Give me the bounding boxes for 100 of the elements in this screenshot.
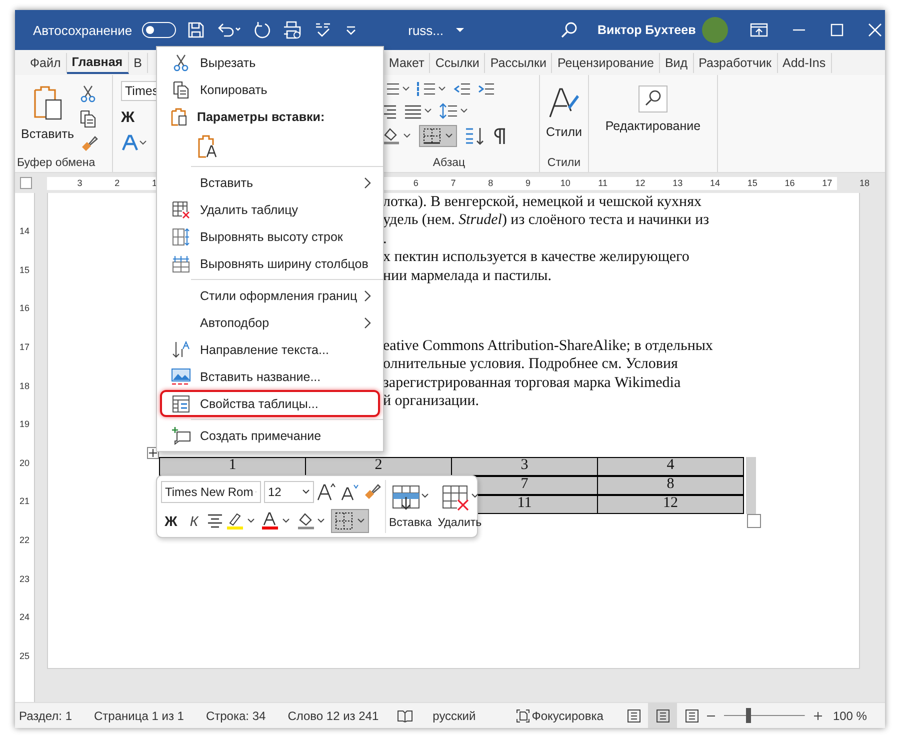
menu-item[interactable]: Автоподбор (160, 309, 380, 336)
cut-icon[interactable] (80, 85, 96, 103)
status-item[interactable]: Строка: 34 (206, 708, 266, 722)
focus-button[interactable]: Фокусировка (516, 708, 604, 722)
ribbon-tab[interactable]: Рассылки (485, 52, 552, 72)
menu-item[interactable]: Вставить название... (160, 363, 380, 390)
align-right-icon[interactable] (381, 103, 397, 119)
increase-indent-icon[interactable] (477, 81, 495, 97)
caret-icon[interactable] (454, 25, 465, 35)
ruler-number: 1 (150, 178, 158, 188)
save-icon[interactable] (187, 21, 206, 39)
document-name[interactable]: russ... (408, 22, 444, 38)
styles-button[interactable]: Стили (544, 81, 584, 145)
numbering-icon[interactable] (417, 81, 447, 97)
ruler-number: 11 (597, 178, 608, 188)
menu-item[interactable]: Выровнять высоту строк (160, 223, 380, 250)
ruler-number: 8 (487, 178, 494, 188)
italic-button[interactable]: К (184, 512, 204, 529)
shrink-font-icon[interactable] (340, 482, 360, 502)
copy-icon[interactable] (80, 110, 96, 128)
text-effects-icon[interactable] (121, 134, 147, 152)
ruler-number: 15 (746, 178, 758, 188)
shading-icon[interactable] (381, 126, 413, 146)
format-painter-icon[interactable] (363, 483, 381, 502)
document-text: удель (нем. Strudel) из слоёного теста и начинки из (383, 211, 710, 230)
document-text: . (383, 230, 388, 248)
status-item[interactable]: Раздел: 1 (19, 708, 72, 722)
ribbon-tab[interactable]: Add-Ins (778, 52, 832, 72)
ruler-number: 18 (858, 178, 871, 188)
search-icon[interactable] (560, 21, 578, 39)
new-comment-icon (171, 426, 191, 444)
zoom-level[interactable]: 100 % (832, 708, 867, 722)
format-painter-icon[interactable] (80, 135, 98, 153)
pilcrow-icon[interactable] (493, 127, 507, 145)
status-item[interactable]: Слово 12 из 241 (288, 708, 379, 722)
paste-keep-text-icon[interactable] (197, 135, 219, 159)
ribbon-tab[interactable]: Файл (25, 52, 67, 72)
menu-item[interactable]: Выровнять ширину столбцов (160, 250, 380, 277)
ruler-number: 16 (18, 302, 30, 316)
document-text: х пектин используется в качестве желирующего (383, 248, 690, 267)
text-direction-icon (172, 340, 190, 358)
print-icon[interactable] (282, 21, 302, 39)
group-label: Абзац (432, 157, 466, 171)
status-item[interactable]: Страница 1 из 1 (94, 708, 184, 722)
close-icon[interactable] (868, 23, 882, 37)
column-width-icon (172, 254, 190, 272)
editing-button[interactable]: Редактирование (603, 81, 703, 145)
caret-icon (302, 489, 310, 496)
language-label[interactable]: русский (432, 708, 476, 722)
ruler-number: 13 (672, 178, 684, 188)
group-label: Стили (547, 157, 581, 171)
insert-button[interactable]: Вставка (386, 480, 435, 533)
menu-item[interactable]: Стили оформления границ (160, 282, 380, 309)
bold-button[interactable]: Ж (161, 512, 181, 529)
justify-icon[interactable] (403, 103, 433, 119)
user-name[interactable]: Виктор Бухтеев (598, 23, 696, 37)
font-size-field[interactable]: 12 (264, 481, 314, 504)
copy-icon (173, 80, 189, 98)
table-move-handle[interactable] (147, 446, 159, 459)
clipboard-icon (170, 108, 188, 126)
ribbon-tab[interactable]: Ссылки (430, 52, 486, 72)
menu-item[interactable]: Направление текста... (160, 336, 380, 363)
zoom-slider-thumb[interactable] (746, 708, 752, 723)
autosave-toggle[interactable] (142, 22, 176, 38)
ribbon-tab[interactable]: Вид (660, 52, 694, 72)
menu-item[interactable]: Вставить (160, 169, 380, 196)
page-view-icon (626, 708, 642, 722)
table-delete-icon (172, 200, 190, 218)
grow-font-icon[interactable] (317, 482, 337, 502)
book-icon[interactable] (396, 708, 413, 722)
view-button[interactable] (648, 703, 678, 728)
font-name-field[interactable]: Times New Rom (161, 481, 261, 504)
ribbon-display-icon[interactable] (750, 22, 768, 38)
ruler-number: 25 (18, 650, 30, 663)
menu-item[interactable]: Свойства таблицы... (160, 390, 380, 417)
focus-icon (516, 708, 530, 722)
zoom-in-icon[interactable] (812, 710, 823, 720)
ribbon-tab[interactable]: Разработчик (694, 52, 778, 72)
menu-item[interactable]: Создать примечание (160, 422, 380, 449)
table-cell: 4 (597, 456, 744, 476)
redo-icon[interactable] (253, 21, 272, 39)
menu-item[interactable]: Вырезать (160, 49, 380, 76)
paste-button[interactable]: Вставить (19, 81, 76, 145)
table-resize-handle[interactable] (747, 514, 761, 528)
maximize-icon[interactable] (830, 23, 844, 37)
undo-icon[interactable] (216, 21, 242, 39)
tab-selector[interactable] (20, 177, 32, 189)
menu-item[interactable]: Удалить таблицу (160, 196, 380, 223)
ribbon-tab[interactable]: Рецензирование (552, 52, 660, 72)
document-text: зарегистрированная торговая марка Wikimedia (383, 374, 682, 392)
decrease-indent-icon[interactable] (453, 81, 471, 97)
table-cell: 2 (305, 456, 452, 476)
borders-button[interactable] (419, 125, 457, 147)
table-cell: 1 (159, 456, 306, 476)
align-center-icon[interactable] (207, 512, 223, 529)
ruler-number: 17 (821, 178, 834, 188)
ruler-number: 15 (18, 264, 30, 277)
ribbon-tab[interactable]: В (128, 52, 148, 72)
borders-button[interactable] (331, 508, 369, 533)
line-spacing-icon[interactable] (439, 103, 469, 119)
